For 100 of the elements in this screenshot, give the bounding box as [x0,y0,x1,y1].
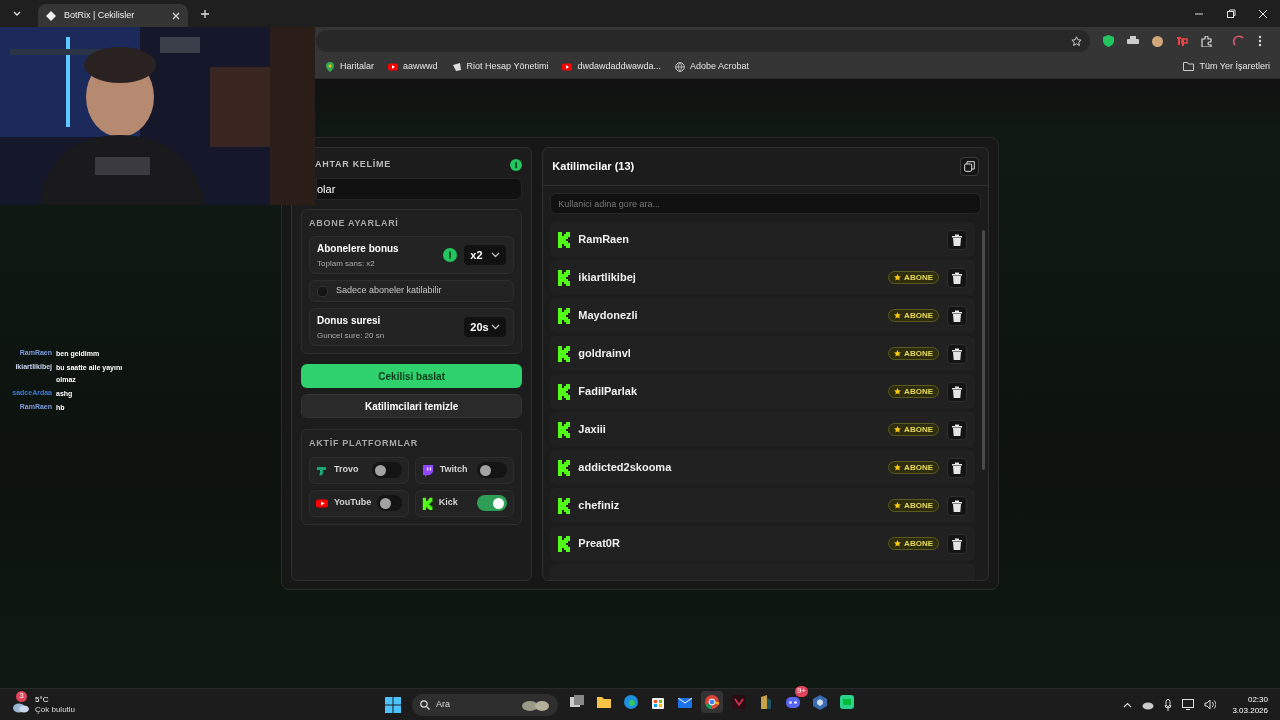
bookmark[interactable]: Riot Hesap Yönetimi [451,59,549,74]
toggle-switch[interactable] [377,495,402,511]
site-icon [46,10,56,21]
chevron-icon [491,252,501,258]
star-icon [894,464,902,471]
trash-icon [950,460,964,475]
k-logo-icon [557,497,571,514]
username: FadilParlak [578,384,639,400]
close-icon[interactable] [1258,8,1268,19]
platform-label: Twitch [439,463,469,477]
k-logo-icon [557,231,571,248]
trash-icon [950,498,964,513]
section-title: AHTAR KELİME [315,158,391,171]
toggle-switch[interactable] [477,462,508,478]
info-icon [443,248,458,262]
subscriber-badge: ABONE [888,461,939,474]
search-field[interactable]: Ara [412,693,559,716]
task-view-icon[interactable] [569,693,586,710]
search-field[interactable]: Kullanici adina gore ara... [550,193,981,214]
checkbox-row[interactable]: Sadece aboneler katilabilir [309,280,515,302]
chrome-icon[interactable] [704,693,721,710]
delete-button[interactable] [947,343,967,364]
toggle-switch[interactable] [477,495,508,511]
new-tab-icon [200,8,210,19]
participant-row[interactable]: goldrainvl ABONE [550,336,975,371]
subscriber-badge: ABONE [888,347,939,360]
section-title: ABONE AYARLARİ [309,216,400,230]
k-logo-icon [557,421,571,438]
close-icon [172,11,180,20]
setting-hint: Guncel sure: 20 sn [317,329,386,342]
copy-button[interactable] [960,157,979,176]
shield-icon[interactable] [1103,35,1114,47]
participant-row[interactable]: Maydonezli ABONE [550,298,975,333]
participant-row[interactable]: FadilParlak ABONE [550,374,975,409]
windows-icon[interactable] [385,696,402,713]
participant-row[interactable]: Jaxiii ABONE [550,412,975,447]
k-logo-icon [557,383,571,400]
star-icon [894,502,902,509]
copy-icon [964,161,975,172]
k-logo-icon [557,459,571,476]
bookmark[interactable]: Adobe Acrobat [674,59,749,74]
restore-icon[interactable] [1226,8,1236,19]
k-logo-icon [421,496,433,510]
printer-icon[interactable] [1127,36,1139,46]
trash-icon [950,536,964,551]
delete-button[interactable] [947,229,967,250]
k-logo-icon [557,269,571,286]
monitor-icon[interactable] [1182,699,1195,710]
toggle-switch[interactable] [371,462,402,478]
profile-icon[interactable] [1233,35,1245,47]
speaker-icon[interactable] [1204,699,1217,710]
clock[interactable]: 02:30 3.03.2026 [1232,693,1268,716]
participant-row[interactable]: Preat0R ABONE [550,526,975,561]
bookmarks-folder[interactable]: Tüm Yer İşaretleri [1183,59,1270,74]
keyword-field[interactable]: olar [316,177,523,200]
delete-button[interactable] [947,419,967,440]
trash-icon [950,232,964,247]
trash-icon [950,270,964,285]
username: RamRaen [578,232,631,248]
delete-button[interactable] [947,305,967,326]
bookmark[interactable]: aawwwd [388,59,438,74]
username: Maydonezli [578,308,639,324]
microphone-icon[interactable] [1164,698,1173,711]
cube-icon[interactable] [812,693,829,710]
delete-button[interactable] [947,267,967,288]
subscriber-badge: ABONE [888,499,939,512]
browser-icon[interactable] [623,693,640,710]
bookmark[interactable]: Haritalar [325,59,374,74]
checkbox-label: Sadece aboneler katilabilir [336,284,442,298]
menu-icon[interactable] [1258,35,1262,47]
browser-tab[interactable]: BotRix | Cekilisler [38,4,188,27]
tp-icon[interactable] [1176,36,1188,46]
participant-row[interactable]: chefiniz ABONE [550,488,975,523]
setting-label: Donus suresi [317,313,382,328]
participant-row[interactable]: addicted2skooma ABONE [550,450,975,485]
clear-button[interactable]: Katilimcilari temizle [301,394,523,418]
select-dropdown[interactable]: 20s [464,317,507,337]
star-icon[interactable] [1071,35,1082,47]
chevron-up-icon[interactable] [1123,701,1133,708]
notification-badge: 3 [16,690,27,702]
start-button[interactable]: Cekilisi baslat [301,364,523,388]
select-dropdown[interactable]: x2 [464,245,507,265]
subscriber-badge: ABONE [888,537,939,550]
k-logo-icon [557,535,571,552]
bookmark[interactable]: dwdawdaddwawda... [562,59,661,74]
chat-app-icon[interactable] [839,693,856,710]
section-title: AKTİF PLATFORMLAR [309,437,420,450]
delete-button[interactable] [947,495,967,516]
v-logo-icon[interactable] [731,693,748,710]
star-icon [894,426,902,433]
delete-button[interactable] [947,533,967,554]
participant-row[interactable]: RamRaen [550,222,975,257]
checkbox[interactable] [317,285,328,297]
subscriber-badge: ABONE [888,271,939,284]
delete-button[interactable] [947,381,967,402]
star-icon [894,540,902,547]
chevron-icon [491,324,501,330]
participant-row[interactable]: ikiartlikibej ABONE [550,260,975,295]
delete-button[interactable] [947,457,967,478]
puzzle-icon[interactable] [1201,35,1212,47]
